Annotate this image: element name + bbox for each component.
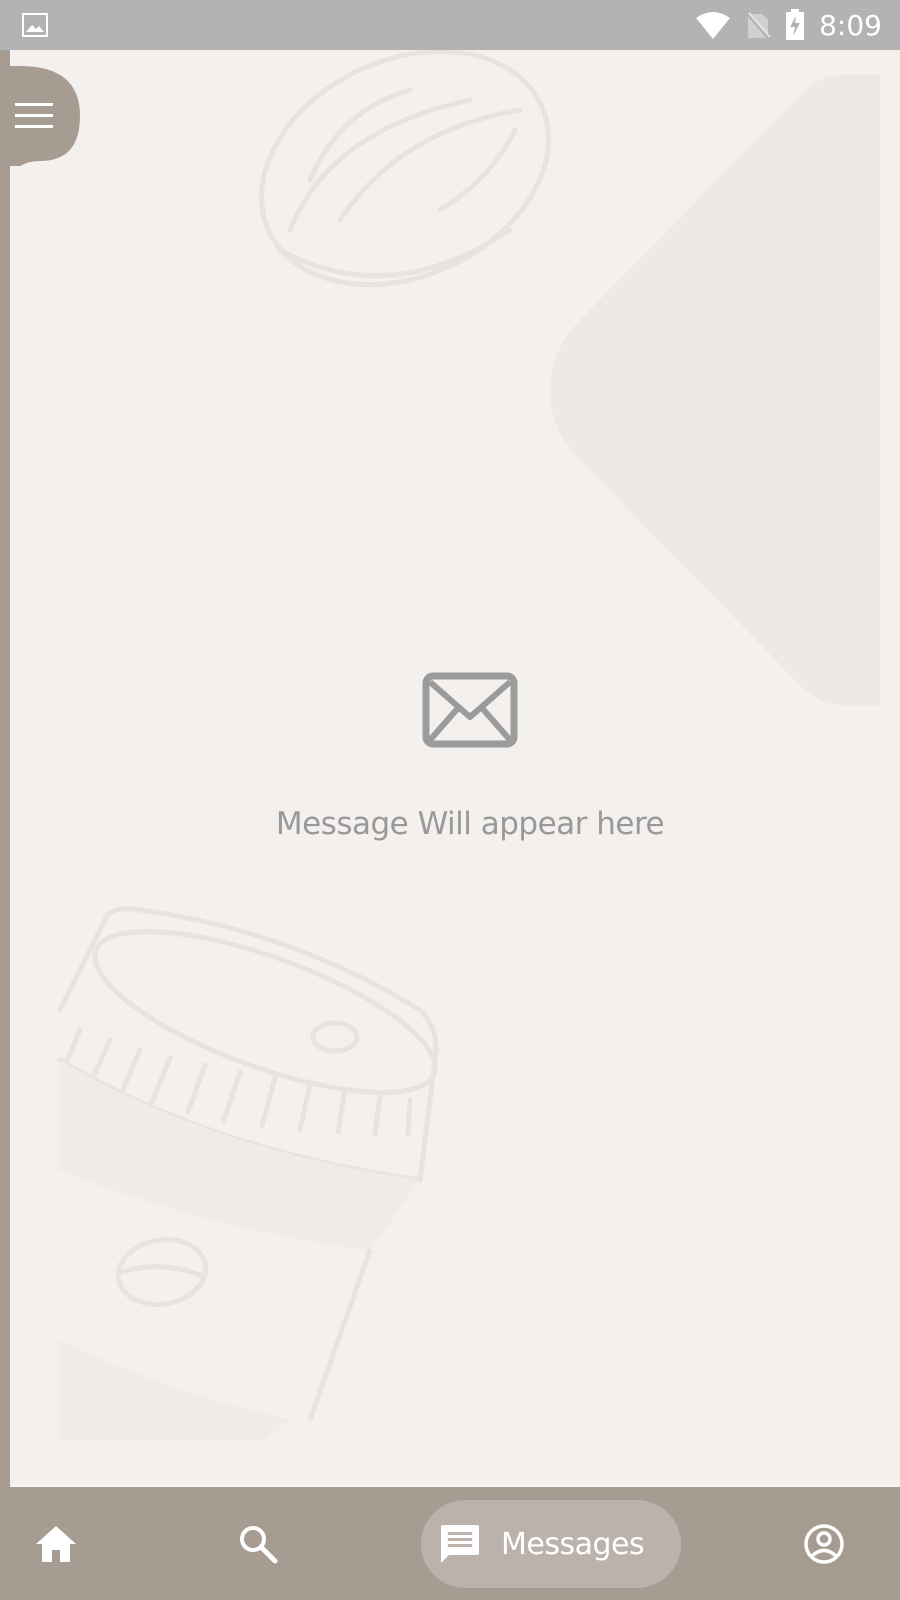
empty-state-message: Message Will appear here <box>275 806 665 842</box>
nav-messages-button[interactable]: Messages <box>421 1500 681 1588</box>
main-content: Message Will appear here <box>10 50 900 1486</box>
nav-search-button[interactable] <box>226 1488 290 1600</box>
left-rail <box>0 50 10 1490</box>
status-time: 8:09 <box>819 8 882 42</box>
nav-profile-button[interactable] <box>792 1488 856 1600</box>
menu-icon[interactable] <box>15 101 55 131</box>
bottom-navigation: Messages <box>0 1488 900 1600</box>
gallery-icon <box>22 13 48 37</box>
status-bar: 8:09 <box>0 0 900 50</box>
no-sim-icon <box>745 12 771 40</box>
nav-home-button[interactable] <box>24 1488 88 1600</box>
account-circle-icon <box>804 1524 844 1564</box>
search-icon <box>240 1526 278 1564</box>
status-icons: 8:09 <box>695 0 882 50</box>
mail-icon <box>422 672 518 748</box>
empty-state: Message Will appear here <box>10 50 900 1486</box>
home-icon <box>36 1526 76 1562</box>
wifi-icon <box>696 12 731 39</box>
nav-messages-label: Messages <box>501 1526 645 1562</box>
chat-icon <box>441 1525 479 1563</box>
battery-charging-icon <box>786 9 805 40</box>
content-divider <box>10 1484 900 1487</box>
